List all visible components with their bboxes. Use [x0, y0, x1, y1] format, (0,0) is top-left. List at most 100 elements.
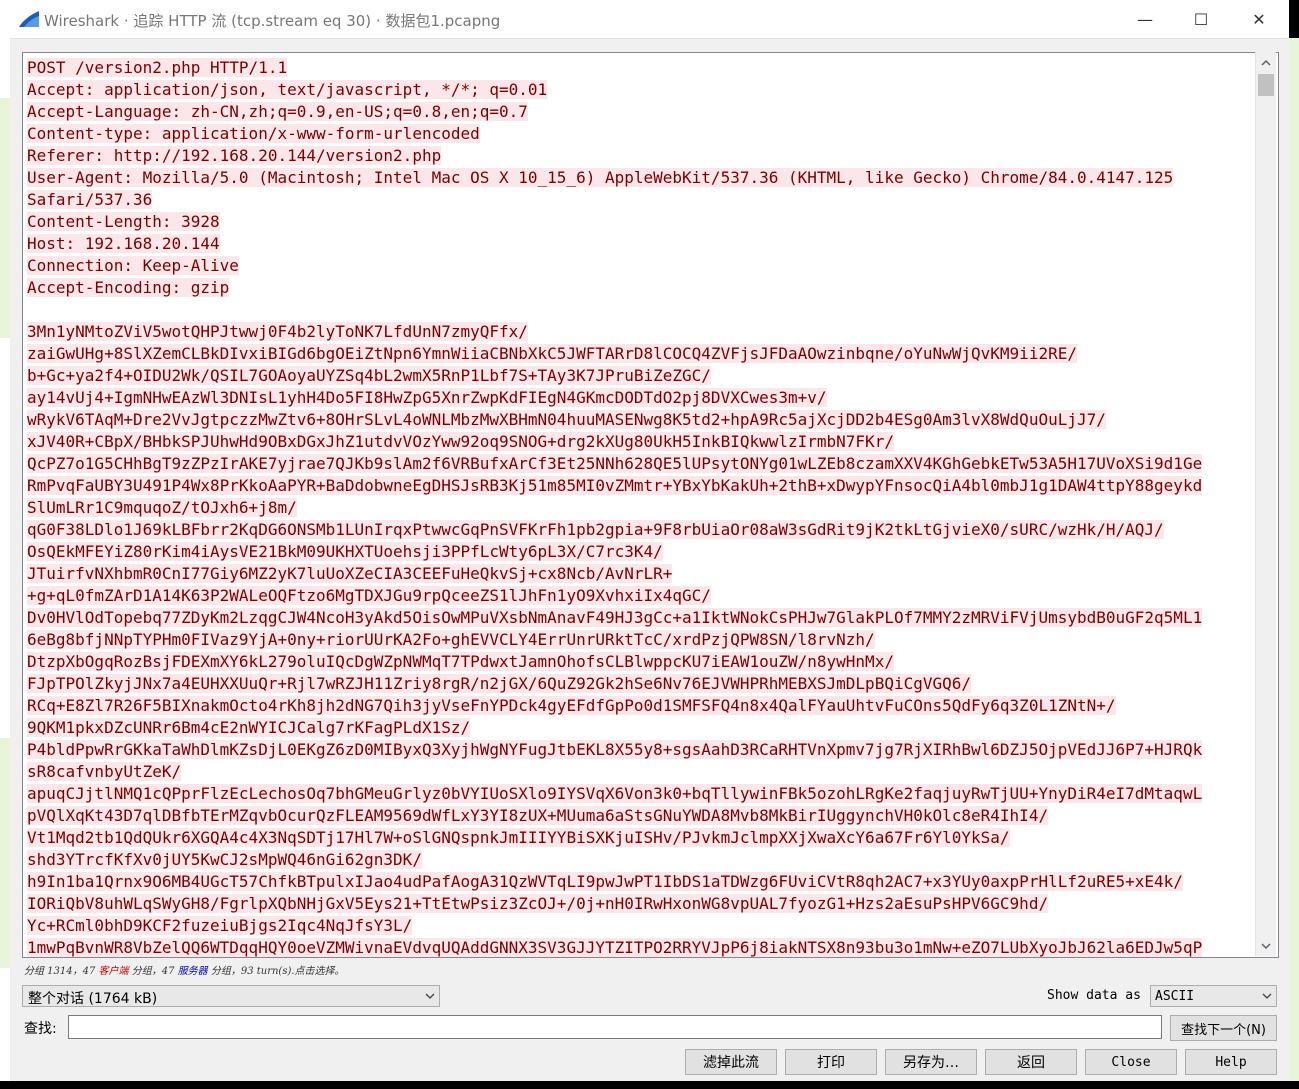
- vertical-scrollbar[interactable]: [1255, 52, 1276, 956]
- stream-line[interactable]: h9In1ba1Qrnx9O6MB4UGcT57ChfkBTpulxIJao4u…: [27, 871, 1253, 893]
- stream-line-text: 6eBg8bfjNNpTYPHm0FIVaz9YjA+0ny+riorUUrKA…: [27, 630, 875, 649]
- stream-line[interactable]: 3Mn1yNMtoZViV5wotQHPJtwwj0F4b2lyToNK7Lfd…: [27, 321, 1253, 343]
- stream-line-text: 1mwPqBvnWR8VbZelQQ6WTDqqHQY0oeVZMWivnaEV…: [27, 938, 1203, 957]
- chevron-down-icon[interactable]: [1256, 936, 1276, 956]
- maximize-button[interactable]: ☐: [1172, 0, 1230, 38]
- stream-line[interactable]: pVQlXqKt43D7qlDBfbTErMZqvbOcurQzFLEAM956…: [27, 805, 1253, 827]
- stream-line[interactable]: Accept-Encoding: gzip: [27, 277, 1253, 299]
- show-data-label: Show data as: [1047, 988, 1141, 1003]
- follow-stream-window: Wireshark · 追踪 HTTP 流 (tcp.stream eq 30)…: [0, 0, 1289, 1081]
- minimize-button[interactable]: —: [1116, 0, 1174, 38]
- stream-line-text: Referer: http://192.168.20.144/version2.…: [27, 146, 442, 165]
- window-title: Wireshark · 追踪 HTTP 流 (tcp.stream eq 30)…: [44, 12, 501, 30]
- stream-line[interactable]: RmPvqFaUBY3U491P4Wx8PrKkoAaPYR+BaDdobwne…: [27, 475, 1253, 497]
- background-window-edge-left: [0, 38, 10, 1081]
- stream-line[interactable]: FJpTPOlZkyjJNx7a4EUHXXUuQr+Rjl7wRZJH11Zr…: [27, 673, 1253, 695]
- find-next-button[interactable]: 查找下一个(N): [1170, 1015, 1277, 1041]
- chevron-up-icon[interactable]: [1256, 52, 1276, 72]
- stream-content-area[interactable]: POST /version2.php HTTP/1.1 Accept: appli…: [22, 52, 1279, 958]
- stream-line-text: OsQEkMFEYiZ80rKim4iAysVE21BkM09UKHXTUoeh…: [27, 542, 663, 561]
- stream-line[interactable]: Host: 192.168.20.144: [27, 233, 1253, 255]
- summary-prefix: 分组 1314，47: [24, 966, 96, 977]
- stream-line[interactable]: Connection: Keep-Alive: [27, 255, 1253, 277]
- stream-line-text: Yc+RCml0bhD9KCF2fuzeiuBjgs2Iqc4NqJfsY3L/: [27, 916, 413, 935]
- stream-line[interactable]: Accept-Language: zh-CN,zh;q=0.9,en-US;q=…: [27, 101, 1253, 123]
- stream-line-text: +g+qL0fmZArD1A14K63P2WALeOQFtzo6MgTDXJGu…: [27, 586, 711, 605]
- stream-line-text: RCq+E8Zl7R26F5BIXnakmOcto4rKh8jh2dNG7Qih…: [27, 696, 1116, 715]
- wireshark-fin-icon: [19, 11, 39, 27]
- stream-line-text: POST /version2.php HTTP/1.1: [27, 58, 288, 77]
- stream-line[interactable]: Content-type: application/x-www-form-url…: [27, 123, 1253, 145]
- close-button[interactable]: Close: [1085, 1049, 1177, 1075]
- stream-line-text: RmPvqFaUBY3U491P4Wx8PrKkoAaPYR+BaDdobwne…: [27, 476, 1203, 495]
- stream-line-text: FJpTPOlZkyjJNx7a4EUHXXUuQr+Rjl7wRZJH11Zr…: [27, 674, 972, 693]
- stream-line[interactable]: zaiGwUHg+8SlXZemCLBkDIvxiBIGd6bgOEiZtNpn…: [27, 343, 1253, 365]
- taskbar-edge: [0, 1081, 1299, 1089]
- stream-line[interactable]: IORiQbV8uhWLqSWyGH8/FgrlpXQbNHjGxV5Eys21…: [27, 893, 1253, 915]
- print-button[interactable]: 打印: [785, 1049, 877, 1075]
- close-window-button[interactable]: ✕: [1230, 0, 1288, 38]
- stream-line[interactable]: User-Agent: Mozilla/5.0 (Macintosh; Inte…: [27, 167, 1253, 189]
- stream-line-text: QcPZ7o1G5CHhBgT9zZPzIrAKE7yjrae7QJKb9slA…: [27, 454, 1203, 473]
- stream-line[interactable]: JTuirfvNXhbmR0CnI77Giy6MZ2yK7luUoXZeCIA3…: [27, 563, 1253, 585]
- stream-line-text: b+Gc+ya2f4+OIDU2Wk/QSIL7GOAoyaUYZSq4bL2w…: [27, 366, 711, 385]
- stream-line[interactable]: b+Gc+ya2f4+OIDU2Wk/QSIL7GOAoyaUYZSq4bL2w…: [27, 365, 1253, 387]
- conversation-select[interactable]: 整个对话 (1764 kB): [22, 985, 440, 1007]
- stream-line[interactable]: DtzpXbOgqRozBsjFDEXmXY6kL279oluIQcDgWZpN…: [27, 651, 1253, 673]
- stream-line[interactable]: OsQEkMFEYiZ80rKim4iAysVE21BkM09UKHXTUoeh…: [27, 541, 1253, 563]
- stream-line[interactable]: qG0F38LDlo1J69kLBFbrr2KqDG6ONSMb1LUnIrqx…: [27, 519, 1253, 541]
- stream-line-text: Content-Length: 3928: [27, 212, 220, 231]
- stream-line-text: 3Mn1yNMtoZViV5wotQHPJtwwj0F4b2lyToNK7Lfd…: [27, 322, 528, 341]
- stream-line[interactable]: P4bldPpwRrGKkaTaWhDlmKZsDjL0EKgZ6zD0MIBy…: [27, 739, 1253, 761]
- help-button[interactable]: Help: [1185, 1049, 1277, 1075]
- stream-line-text: h9In1ba1Qrnx9O6MB4UGcT57ChfkBTpulxIJao4u…: [27, 872, 1183, 891]
- stream-text[interactable]: POST /version2.php HTTP/1.1 Accept: appli…: [27, 57, 1253, 957]
- stream-line[interactable]: 9QKM1pkxDZcUNRr6Bm4cE2nWYICJCalg7rKFagPL…: [27, 717, 1253, 739]
- stream-line-text: Connection: Keep-Alive: [27, 256, 239, 275]
- conversation-selected: 整个对话 (1764 kB): [28, 991, 158, 1007]
- stream-line[interactable]: shd3YTrcfKfXv0jUY5KwCJ2sMpWQ46nGi62gn3DK…: [27, 849, 1253, 871]
- stream-line[interactable]: apuqCJjtlNMQ1cQPprFlzEcLechosOq7bhGMeuGr…: [27, 783, 1253, 805]
- stream-line[interactable]: Dv0HVlOdTopebq77ZDyKm2LzqgCJW4NcoH3yAkd5…: [27, 607, 1253, 629]
- stream-line-text: User-Agent: Mozilla/5.0 (Macintosh; Inte…: [27, 168, 1174, 187]
- stream-summary[interactable]: 分组 1314，47 客户端 分组，47 服务器 分组，93 turn(s).点…: [24, 962, 345, 977]
- stream-line[interactable]: sR8cafvnbyUtZeK/: [27, 761, 1253, 783]
- stream-line[interactable]: 6eBg8bfjNNpTYPHm0FIVaz9YjA+0ny+riorUUrKA…: [27, 629, 1253, 651]
- summary-client: 客户端: [98, 966, 129, 977]
- stream-line[interactable]: RCq+E8Zl7R26F5BIXnakmOcto4rKh8jh2dNG7Qih…: [27, 695, 1253, 717]
- save-as-button[interactable]: 另存为…: [885, 1049, 977, 1075]
- find-input[interactable]: [68, 1015, 1162, 1039]
- back-button[interactable]: 返回: [985, 1049, 1077, 1075]
- stream-line-text: sR8cafvnbyUtZeK/: [27, 762, 182, 781]
- filter-out-stream-button[interactable]: 滤掉此流: [685, 1049, 777, 1075]
- stream-line-text: P4bldPpwRrGKkaTaWhDlmKZsDjL0EKgZ6zD0MIBy…: [27, 740, 1203, 759]
- stream-line[interactable]: Referer: http://192.168.20.144/version2.…: [27, 145, 1253, 167]
- stream-line[interactable]: Safari/537.36: [27, 189, 1253, 211]
- stream-line[interactable]: 1mwPqBvnWR8VbZelQQ6WTDqqHQY0oeVZMWivnaEV…: [27, 937, 1253, 957]
- find-label: 查找:: [24, 1021, 57, 1037]
- background-window-edge-right: [1289, 38, 1299, 1081]
- stream-line-text: 9QKM1pkxDZcUNRr6Bm4cE2nWYICJCalg7rKFagPL…: [27, 718, 471, 737]
- stream-line[interactable]: Content-Length: 3928: [27, 211, 1253, 233]
- stream-line[interactable]: +g+qL0fmZArD1A14K63P2WALeOQFtzo6MgTDXJGu…: [27, 585, 1253, 607]
- show-data-selected: ASCII: [1155, 989, 1195, 1004]
- stream-line[interactable]: POST /version2.php HTTP/1.1: [27, 57, 1253, 79]
- stream-line[interactable]: wRykV6TAqM+Dre2VvJgtpczzMwZtv6+8OHrSLvL4…: [27, 409, 1253, 431]
- stream-line[interactable]: [27, 299, 1253, 321]
- stream-line-text: DtzpXbOgqRozBsjFDEXmXY6kL279oluIQcDgWZpN…: [27, 652, 894, 671]
- stream-line-text: Safari/537.36: [27, 190, 153, 209]
- stream-line[interactable]: SlUmLRr1C9mquqoZ/tOJxh6+j8m/: [27, 497, 1253, 519]
- stream-line-text: Accept-Language: zh-CN,zh;q=0.9,en-US;q=…: [27, 102, 528, 121]
- chevron-down-icon: [425, 993, 435, 999]
- stream-line[interactable]: Accept: application/json, text/javascrip…: [27, 79, 1253, 101]
- stream-line[interactable]: Yc+RCml0bhD9KCF2fuzeiuBjgs2Iqc4NqJfsY3L/: [27, 915, 1253, 937]
- stream-line[interactable]: ay14vUj4+IgmNHwEAzWl3DNIsL1yhH4Do5FI8HwZ…: [27, 387, 1253, 409]
- stream-line[interactable]: QcPZ7o1G5CHhBgT9zZPzIrAKE7yjrae7QJKb9slA…: [27, 453, 1253, 475]
- stream-line[interactable]: xJV40R+CBpX/BHbkSPJUhwHd9OBxDGxJhZ1utdvV…: [27, 431, 1253, 453]
- stream-line[interactable]: Vt1Mqd2tb1QdQUkr6XGQA4c4X3NqSDTj17Hl7W+o…: [27, 827, 1253, 849]
- show-data-select[interactable]: ASCII: [1150, 985, 1277, 1007]
- stream-line-text: qG0F38LDlo1J69kLBFbrr2KqDG6ONSMb1LUnIrqx…: [27, 520, 1164, 539]
- title-bar[interactable]: Wireshark · 追踪 HTTP 流 (tcp.stream eq 30)…: [0, 0, 1289, 39]
- scroll-thumb[interactable]: [1258, 74, 1274, 96]
- stream-line-text: ay14vUj4+IgmNHwEAzWl3DNIsL1yhH4Do5FI8HwZ…: [27, 388, 827, 407]
